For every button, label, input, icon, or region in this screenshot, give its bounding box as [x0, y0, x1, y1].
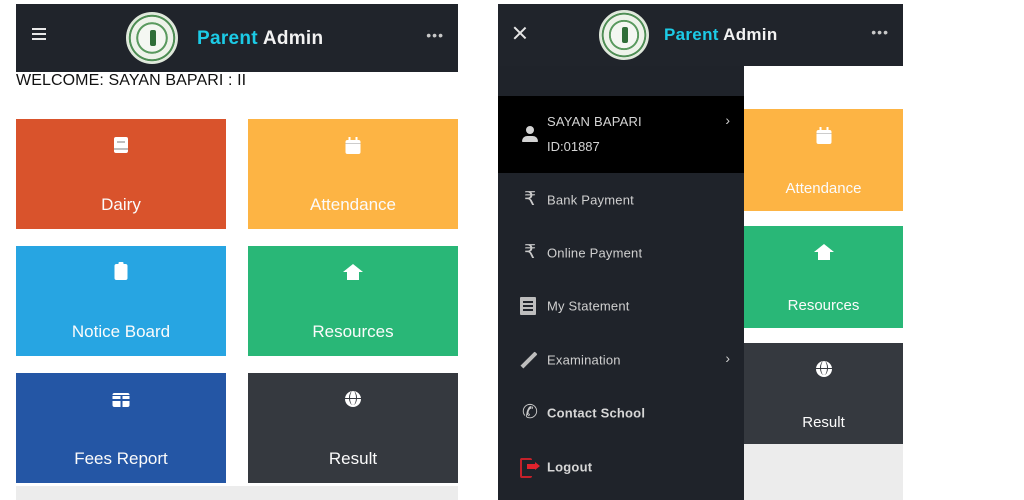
logout-icon: [520, 457, 540, 478]
calendar-icon: [816, 127, 831, 144]
tile-dairy[interactable]: Dairy: [16, 119, 226, 229]
ellipsis-icon[interactable]: •••: [426, 27, 444, 43]
clipboard-icon: [114, 262, 128, 280]
dashboard-screen: Parent Admin ••• WELCOME: SAYAN BAPARI :…: [16, 4, 458, 500]
app-header: Parent Admin •••: [16, 4, 458, 72]
tile-result[interactable]: Result: [744, 343, 903, 445]
nav-item-logout[interactable]: Logout: [498, 440, 744, 493]
phone-icon: ✆: [522, 401, 538, 423]
ellipsis-icon[interactable]: •••: [871, 24, 889, 40]
pencil-icon: [520, 351, 538, 369]
globe-icon: [345, 391, 361, 407]
tile-notice-board[interactable]: Notice Board: [16, 246, 226, 356]
tile-attendance[interactable]: Attendance: [248, 119, 458, 229]
tile-fees-report[interactable]: Fees Report: [16, 373, 226, 483]
footer-strip: [16, 486, 458, 500]
school-logo: [126, 12, 178, 64]
tile-resources[interactable]: Resources: [744, 226, 903, 328]
nav-item-bank-payment[interactable]: ₹ Bank Payment: [498, 173, 744, 226]
dashboard-behind-drawer: Attendance Resources Result: [744, 66, 903, 500]
app-title: Parent Admin: [197, 28, 324, 49]
receipt-icon: [520, 296, 536, 315]
nav-item-contact-school[interactable]: ✆ Contact School: [498, 386, 744, 439]
school-logo: [599, 10, 649, 60]
drawer-screen: Parent Admin ••• Attendance Resources Re…: [498, 4, 903, 500]
app-title: Parent Admin: [664, 25, 778, 44]
nav-item-online-payment[interactable]: ₹ Online Payment: [498, 226, 744, 279]
tile-attendance[interactable]: Attendance: [744, 109, 903, 211]
tile-result[interactable]: Result: [248, 373, 458, 483]
footer-strip: [744, 444, 903, 500]
hamburger-icon[interactable]: [32, 28, 46, 40]
tile-resources[interactable]: Resources: [248, 246, 458, 356]
nav-item-examination[interactable]: Examination ›: [498, 333, 744, 386]
table-icon: [112, 393, 130, 407]
chevron-right-icon: ›: [725, 112, 730, 128]
globe-icon: [815, 361, 832, 377]
welcome-text: WELCOME: SAYAN BAPARI : II: [16, 72, 247, 89]
app-header: Parent Admin •••: [498, 4, 903, 66]
user-id: ID:01887: [547, 139, 600, 154]
user-icon: [522, 126, 538, 142]
user-name: SAYAN BAPARI: [547, 114, 642, 129]
home-icon: [813, 244, 834, 260]
rupee-icon: ₹: [523, 241, 537, 263]
close-icon[interactable]: [513, 26, 527, 40]
chevron-right-icon: ›: [725, 350, 730, 366]
rupee-icon: ₹: [523, 188, 537, 210]
book-icon: [114, 137, 128, 153]
nav-item-my-statement[interactable]: My Statement: [498, 279, 744, 332]
calendar-icon: [345, 137, 361, 154]
nav-drawer: SAYAN BAPARI ID:01887 › ₹ Bank Payment ₹…: [498, 66, 744, 500]
home-icon: [343, 264, 363, 280]
user-profile-item[interactable]: SAYAN BAPARI ID:01887 ›: [498, 96, 744, 173]
